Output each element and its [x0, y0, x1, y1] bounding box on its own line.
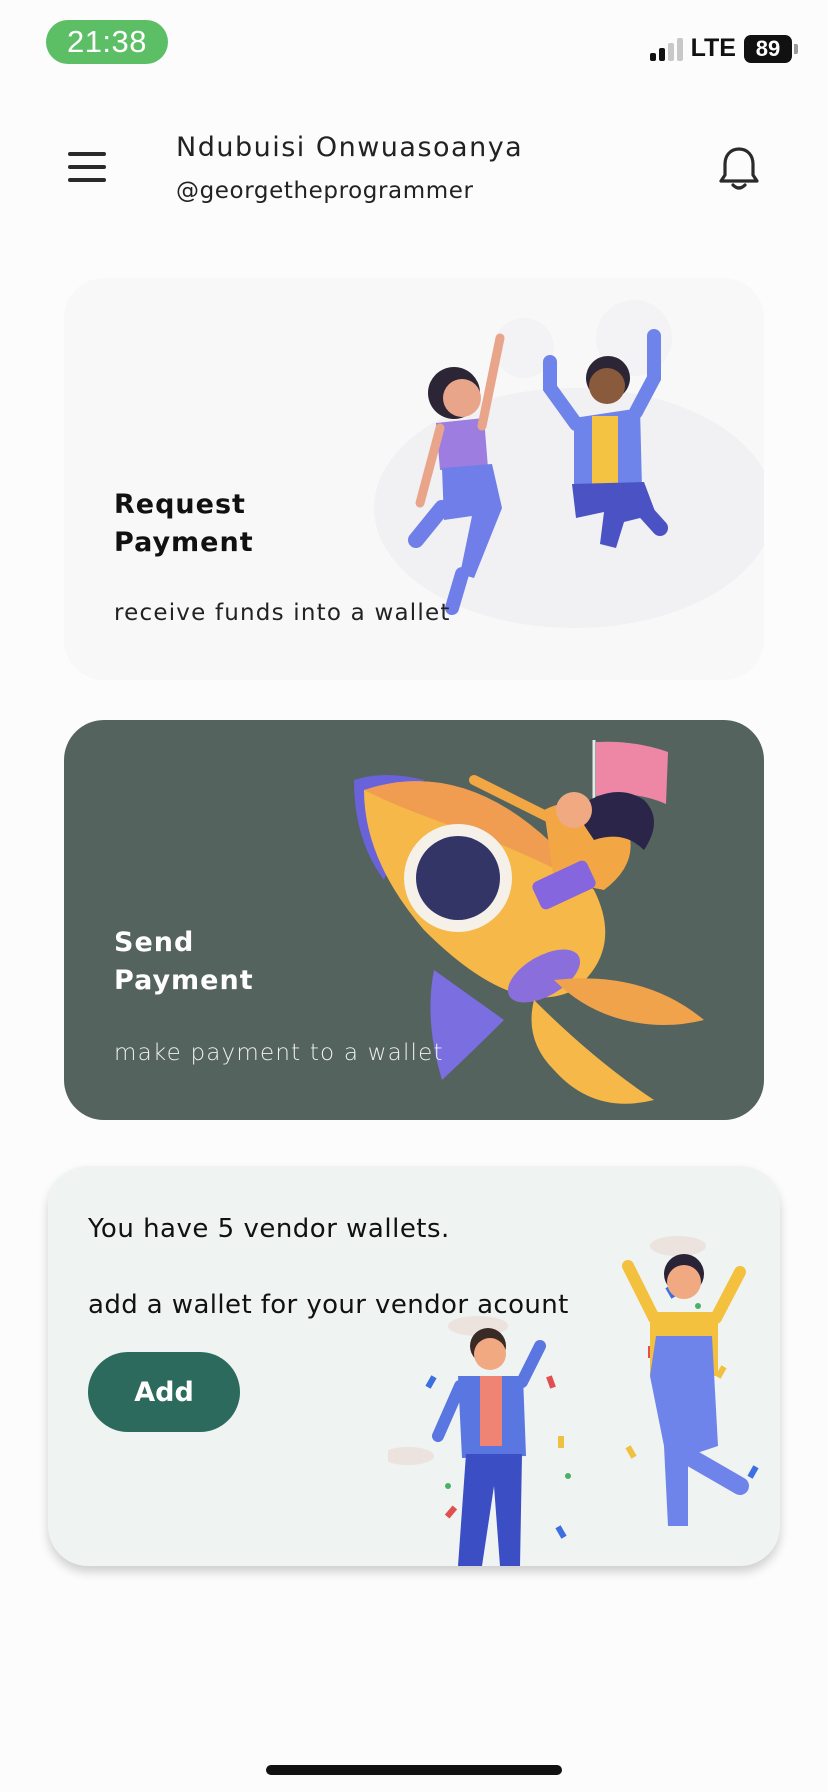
vendor-wallets-card: You have 5 vendor wallets. add a wallet … [48, 1166, 780, 1566]
network-type: LTE [690, 34, 736, 62]
home-indicator[interactable] [266, 1765, 562, 1775]
vendor-wallets-count: You have 5 vendor wallets. [88, 1214, 450, 1244]
cellular-signal-icon [649, 37, 683, 61]
add-vendor-wallet-button[interactable]: Add [88, 1352, 240, 1432]
status-time: 21:38 [46, 20, 168, 64]
send-payment-subtitle: make payment to a wallet [114, 1040, 444, 1066]
user-handle: @georgetheprogrammer [176, 178, 474, 204]
request-payment-title: Request Payment [114, 489, 254, 558]
bell-icon[interactable] [716, 144, 762, 192]
battery-level: 89 [744, 34, 792, 63]
status-indicators: LTE 89 [649, 34, 798, 63]
send-payment-title: Send Payment [114, 927, 254, 996]
vendor-wallets-description: add a wallet for your vendor acount [88, 1290, 569, 1320]
battery-icon: 89 [744, 34, 798, 63]
request-payment-subtitle: receive funds into a wallet [114, 600, 451, 626]
user-name: Ndubuisi Onwuasoanya [176, 132, 524, 163]
send-payment-card[interactable]: Send Payment make payment to a wallet [64, 720, 764, 1120]
hamburger-menu-icon[interactable] [68, 150, 106, 184]
request-payment-card[interactable]: Request Payment receive funds into a wal… [64, 278, 764, 680]
celebrating-people-illustration [388, 1236, 759, 1566]
